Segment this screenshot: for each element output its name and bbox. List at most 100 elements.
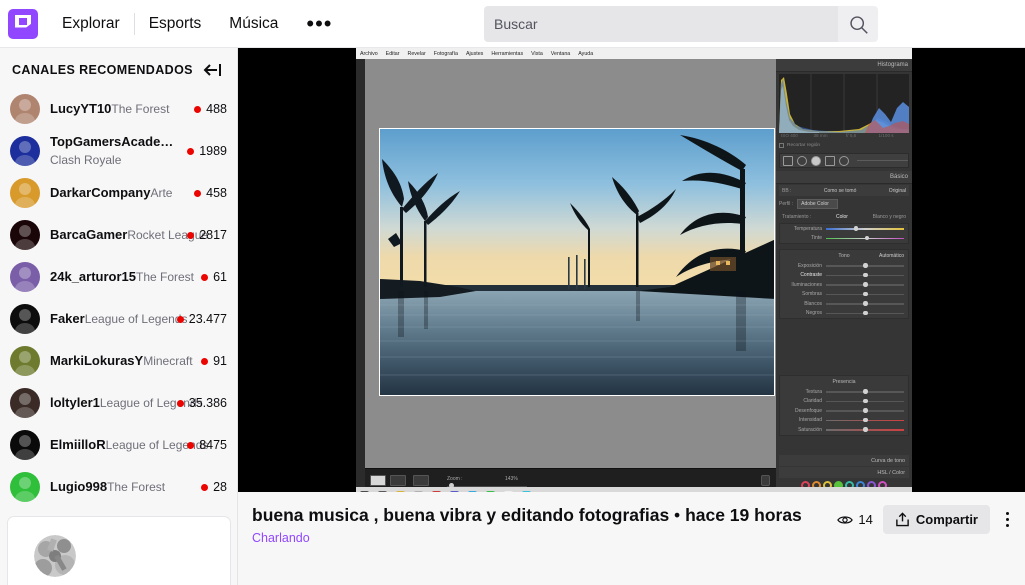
slider-track[interactable] xyxy=(826,226,904,231)
slider-row[interactable]: Textura xyxy=(780,387,908,397)
lightroom-menu-ajustes[interactable]: Ajustes xyxy=(462,51,487,57)
slider-knob[interactable] xyxy=(863,389,868,394)
lightroom-menu-fotografía[interactable]: Fotografía xyxy=(430,51,462,57)
red-eye-tool-icon[interactable] xyxy=(811,155,821,166)
channel-avatar[interactable] xyxy=(10,472,40,502)
treatment-bw-option[interactable]: Blanco y negro xyxy=(873,214,906,220)
slider-knob[interactable] xyxy=(863,408,868,413)
slider-knob[interactable] xyxy=(853,226,859,231)
channel-avatar[interactable] xyxy=(10,262,40,292)
channel-avatar[interactable] xyxy=(10,178,40,208)
checkbox-icon[interactable] xyxy=(779,143,784,148)
slider-knob[interactable] xyxy=(863,272,868,277)
wb-value[interactable]: Original xyxy=(889,188,906,194)
lightroom-menu-ventana[interactable]: Ventana xyxy=(547,51,574,57)
channel-list-item[interactable]: Lugio998The Forest 28 xyxy=(0,466,237,508)
slider-track[interactable] xyxy=(826,282,904,287)
user-avatar[interactable] xyxy=(34,535,76,577)
slider-knob[interactable] xyxy=(863,417,868,422)
channel-list-item[interactable]: 24k_arturor15The Forest 61 xyxy=(0,256,237,298)
slider-track[interactable] xyxy=(826,310,904,315)
slider-row[interactable]: Saturación xyxy=(780,425,908,435)
profile-dropdown[interactable]: Adobe Color xyxy=(797,198,838,209)
video-player[interactable]: Archivo Editar Revelar Fotografía Ajustes Her… xyxy=(238,48,1025,492)
slider-track[interactable] xyxy=(826,427,904,432)
slider-knob[interactable] xyxy=(863,291,868,296)
slider-track[interactable] xyxy=(826,235,904,240)
channel-list-item[interactable]: MarkiLokurasYMinecraft 91 xyxy=(0,340,237,382)
slider-knob[interactable] xyxy=(863,282,868,287)
wb-as-shot[interactable]: Como se tomó xyxy=(791,188,888,194)
slider-row[interactable]: Sombras xyxy=(780,290,908,300)
tone-curve-header[interactable]: Curva de tono xyxy=(779,455,909,466)
slider-row[interactable]: Desenfoque xyxy=(780,406,908,416)
nav-item-explorar[interactable]: Explorar xyxy=(48,0,134,48)
slider-row[interactable]: Temperatura xyxy=(780,224,908,234)
stream-category-link[interactable]: Charlando xyxy=(252,531,822,545)
channel-avatar[interactable] xyxy=(10,220,40,250)
slider-row[interactable]: Contraste xyxy=(780,271,908,281)
slider-track[interactable] xyxy=(826,263,904,268)
radial-filter-tool-icon[interactable] xyxy=(839,155,849,166)
channel-list-item[interactable]: BarcaGamerRocket League 2817 xyxy=(0,214,237,256)
search-button[interactable] xyxy=(838,6,878,42)
graduated-filter-tool-icon[interactable] xyxy=(825,155,835,166)
grid-view-button[interactable] xyxy=(390,475,406,486)
channel-avatar[interactable] xyxy=(10,136,40,166)
slider-row[interactable]: Negros xyxy=(780,309,908,319)
slider-knob[interactable] xyxy=(863,310,868,315)
slider-knob[interactable] xyxy=(863,427,868,432)
slider-knob[interactable] xyxy=(864,235,870,240)
crop-region-toggle[interactable]: Recortar región xyxy=(779,143,820,148)
compare-view-button[interactable] xyxy=(413,475,429,486)
slider-row[interactable]: Intensidad xyxy=(780,416,908,426)
channel-list-item[interactable]: TopGamersAcade… Clash Royale 1989 xyxy=(0,130,237,172)
collapse-sidebar-button[interactable] xyxy=(203,62,223,78)
lightroom-menu-herramientas[interactable]: Herramientas xyxy=(487,51,527,57)
slider-knob[interactable] xyxy=(863,301,868,306)
slider-track[interactable] xyxy=(826,408,904,413)
auto-tone-button[interactable]: Automático xyxy=(879,253,904,259)
filmstrip-toggle-button[interactable] xyxy=(761,475,770,486)
channel-avatar[interactable] xyxy=(10,94,40,124)
lightroom-menu-editar[interactable]: Editar xyxy=(382,51,404,57)
slider-row[interactable]: Exposición xyxy=(780,261,908,271)
hsl-color-header[interactable]: HSL / Color xyxy=(779,467,909,478)
channel-list-item[interactable]: loltyler1League of Legends 35.386 xyxy=(0,382,237,424)
histogram-header[interactable]: Histograma xyxy=(776,59,912,72)
slider-track[interactable] xyxy=(826,291,904,296)
channel-avatar[interactable] xyxy=(10,346,40,376)
slider-row[interactable]: Claridad xyxy=(780,397,908,407)
loupe-view-button[interactable] xyxy=(370,475,386,486)
channel-list-item[interactable]: FakerLeague of Legends 23.477 xyxy=(0,298,237,340)
slider-track[interactable] xyxy=(826,398,904,403)
slider-track[interactable] xyxy=(826,417,904,422)
more-options-button[interactable] xyxy=(1000,512,1015,527)
slider-knob[interactable] xyxy=(863,263,868,268)
treatment-color-option[interactable]: Color xyxy=(836,214,848,220)
slider-track[interactable] xyxy=(826,272,904,277)
lightroom-menu-archivo[interactable]: Archivo xyxy=(356,51,382,57)
sidebar-bottom-card[interactable] xyxy=(8,517,230,585)
search-input[interactable] xyxy=(484,6,838,42)
slider-knob[interactable] xyxy=(863,398,868,403)
crop-tool-icon[interactable] xyxy=(783,155,793,166)
channel-list-item[interactable]: DarkarCompanyArte 458 xyxy=(0,172,237,214)
slider-row[interactable]: Blancos xyxy=(780,299,908,309)
channel-list-item[interactable]: LucyYT10The Forest 488 xyxy=(0,88,237,130)
channel-list-item[interactable]: ElmiilloRLeague of Legends 8475 xyxy=(0,424,237,466)
channel-avatar[interactable] xyxy=(10,304,40,334)
twitch-logo[interactable] xyxy=(8,8,38,39)
slider-track[interactable] xyxy=(826,389,904,394)
nav-item-esports[interactable]: Esports xyxy=(135,0,216,48)
tool-amount-slider[interactable] xyxy=(857,159,908,162)
slider-row[interactable]: Iluminaciones xyxy=(780,280,908,290)
channel-avatar[interactable] xyxy=(10,388,40,418)
lightroom-menu-revelar[interactable]: Revelar xyxy=(404,51,430,57)
basic-panel-header[interactable]: Básico xyxy=(776,171,912,184)
channel-avatar[interactable] xyxy=(10,430,40,460)
share-button[interactable]: Compartir xyxy=(882,505,990,534)
spot-removal-tool-icon[interactable] xyxy=(797,155,807,166)
nav-more-button[interactable]: ••• xyxy=(292,7,346,41)
lightroom-menu-ayuda[interactable]: Ayuda xyxy=(574,51,597,57)
